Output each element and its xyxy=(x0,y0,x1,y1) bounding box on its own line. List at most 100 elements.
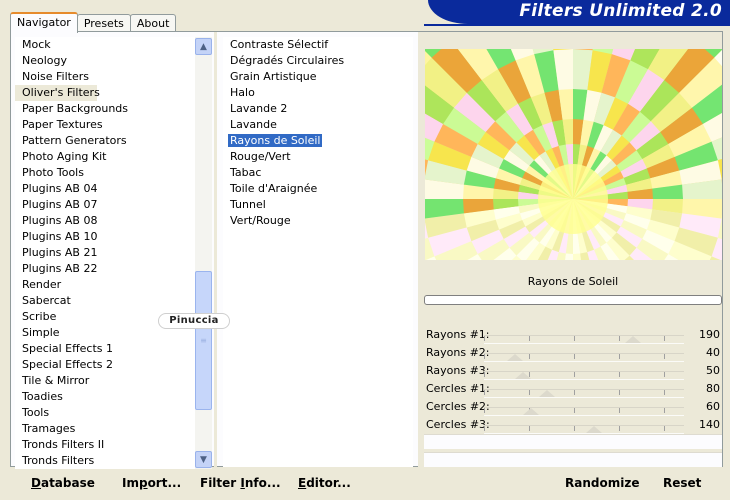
slider-tick xyxy=(529,426,530,431)
scroll-up-button[interactable]: ▲ xyxy=(195,38,212,55)
empty-slider-row xyxy=(424,452,722,467)
editor-button[interactable]: Editor... xyxy=(298,476,351,490)
scroll-thumb[interactable]: ≡ xyxy=(195,271,212,410)
preview-filter-name: Rayons de Soleil xyxy=(424,270,722,294)
tab-strip: Navigator Presets About xyxy=(10,12,177,33)
slider-tick xyxy=(484,354,485,359)
slider-tick xyxy=(484,372,485,377)
category-item[interactable]: Plugins AB 07 xyxy=(15,197,197,213)
filter-item[interactable]: Lavande xyxy=(223,117,413,133)
filter-item[interactable]: Lavande 2 xyxy=(223,101,413,117)
scroll-down-button[interactable]: ▼ xyxy=(195,451,212,468)
slider-thumb[interactable] xyxy=(515,372,532,379)
randomize-button[interactable]: Randomize xyxy=(565,476,639,490)
filter-item-label: Halo xyxy=(230,86,255,99)
category-item[interactable]: Special Effects 1 xyxy=(15,341,197,357)
slider-tick xyxy=(574,390,575,395)
slider-label: Rayons #3: xyxy=(426,364,490,377)
tab-navigator[interactable]: Navigator xyxy=(10,12,78,33)
slider-track[interactable] xyxy=(484,407,684,413)
category-item[interactable]: Plugins AB 04 xyxy=(15,181,197,197)
category-item[interactable]: Neology xyxy=(15,53,197,69)
slider-thumb[interactable] xyxy=(585,426,602,433)
slider-track[interactable] xyxy=(484,389,684,395)
slider-tick xyxy=(619,408,620,413)
filter-item[interactable]: Halo xyxy=(223,85,413,101)
slider-tick xyxy=(619,354,620,359)
slider-row[interactable]: Cercles #1: 80 xyxy=(424,380,722,398)
slider-track[interactable] xyxy=(484,371,684,377)
category-item[interactable]: Special Effects 2 xyxy=(15,357,197,373)
category-item[interactable]: Paper Backgrounds xyxy=(15,101,197,117)
category-item[interactable]: Plugins AB 08 xyxy=(15,213,197,229)
category-item[interactable]: Tronds Filters II xyxy=(15,437,197,453)
filter-list[interactable]: Contraste Sélectif Dégradés Circulaires Gr… xyxy=(223,37,413,467)
slider-row[interactable]: Rayons #2: 40 xyxy=(424,344,722,362)
reset-button[interactable]: Reset xyxy=(663,476,701,490)
filter-item[interactable]: Grain Artistique xyxy=(223,69,413,85)
slider-track[interactable] xyxy=(484,335,684,341)
category-item[interactable]: Tile & Mirror xyxy=(15,373,197,389)
slider-tick xyxy=(484,336,485,341)
filter-item[interactable]: Dégradés Circulaires xyxy=(223,53,413,69)
filter-item[interactable]: Rayons de Soleil xyxy=(223,133,413,149)
slider-tick xyxy=(574,408,575,413)
category-item[interactable]: Photo Aging Kit xyxy=(15,149,197,165)
slider-tick xyxy=(619,336,620,341)
slider-tick xyxy=(574,336,575,341)
slider-tick xyxy=(529,390,530,395)
category-item[interactable]: Sabercat xyxy=(15,293,197,309)
slider-thumb[interactable] xyxy=(625,336,642,343)
slider-row[interactable]: Cercles #2: 60 xyxy=(424,398,722,416)
slider-row[interactable]: Rayons #3: 50 xyxy=(424,362,722,380)
filter-item[interactable]: Tabac xyxy=(223,165,413,181)
slider-value: 190 xyxy=(699,328,720,341)
filter-item-label: Toile d'Araignée xyxy=(230,182,318,195)
slider-thumb[interactable] xyxy=(538,390,555,397)
watermark-label: Pinuccia xyxy=(158,313,230,329)
slider-label: Rayons #2: xyxy=(426,346,490,359)
slider-thumb[interactable] xyxy=(507,354,524,361)
slider-value: 40 xyxy=(706,346,720,359)
slider-tick xyxy=(619,390,620,395)
slider-value: 80 xyxy=(706,382,720,395)
category-item[interactable]: Plugins AB 22 xyxy=(15,261,197,277)
category-item[interactable]: Tramages xyxy=(15,421,197,437)
filter-item-label: Rouge/Vert xyxy=(230,150,291,163)
empty-slider-row xyxy=(424,434,722,449)
filter-info-button[interactable]: Filter Info... xyxy=(200,476,281,490)
filter-item[interactable]: Toile d'Araignée xyxy=(223,181,413,197)
category-item[interactable]: Plugins AB 10 xyxy=(15,229,197,245)
category-item[interactable]: Mock xyxy=(15,37,197,53)
slider-label: Cercles #2: xyxy=(426,400,490,413)
slider-row[interactable]: Rayons #1: 190 xyxy=(424,326,722,344)
slider-thumb[interactable] xyxy=(523,408,540,415)
filter-item[interactable]: Rouge/Vert xyxy=(223,149,413,165)
filter-item[interactable]: Vert/Rouge xyxy=(223,213,413,229)
import-button[interactable]: Import... xyxy=(122,476,181,490)
slider-row[interactable]: Cercles #3: 140 xyxy=(424,416,722,434)
category-item[interactable]: Oliver's Filters xyxy=(15,85,100,101)
category-item[interactable]: Tronds Filters xyxy=(15,453,197,469)
database-button[interactable]: Database xyxy=(31,476,95,490)
app-title: Filters Unlimited 2.0 xyxy=(519,1,722,21)
filter-item[interactable]: Tunnel xyxy=(223,197,413,213)
category-item[interactable]: Plugins AB 21 xyxy=(15,245,197,261)
category-item[interactable]: Noise Filters xyxy=(15,69,197,85)
category-item[interactable]: Photo Tools xyxy=(15,165,197,181)
category-list[interactable]: Mock Neology Noise Filters Oliver's Filters… xyxy=(15,37,197,469)
slider-tick xyxy=(484,408,485,413)
filter-item-label: Tabac xyxy=(230,166,262,179)
slider-tick xyxy=(664,372,665,377)
progress-bar xyxy=(424,295,722,305)
category-item[interactable]: Paper Textures xyxy=(15,117,197,133)
preview-image xyxy=(425,49,722,260)
category-item[interactable]: Toadies xyxy=(15,389,197,405)
category-item[interactable]: Render xyxy=(15,277,197,293)
slider-tick xyxy=(574,354,575,359)
filter-item[interactable]: Contraste Sélectif xyxy=(223,37,413,53)
category-scrollbar[interactable]: ▲ ≡ ▼ xyxy=(195,37,212,469)
slider-track[interactable] xyxy=(484,425,684,431)
category-item[interactable]: Pattern Generators xyxy=(15,133,197,149)
category-item[interactable]: Tools xyxy=(15,405,197,421)
